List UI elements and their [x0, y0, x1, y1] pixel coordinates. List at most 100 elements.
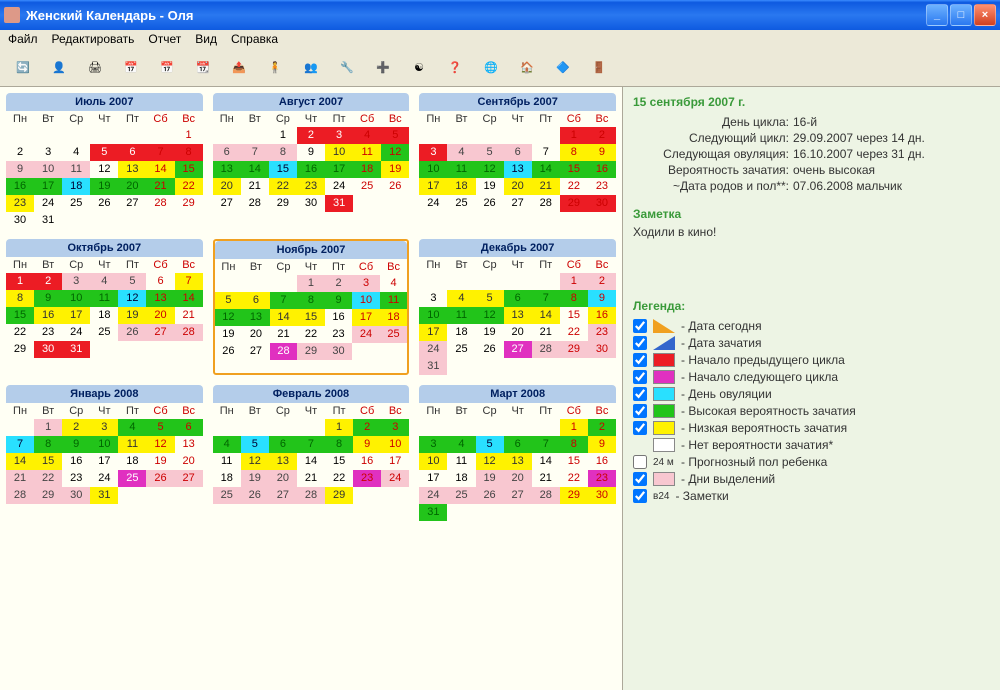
calendar-day[interactable]: 15: [297, 309, 325, 326]
calendar-day[interactable]: 31: [62, 341, 90, 358]
calendar-day[interactable]: 18: [118, 453, 146, 470]
calendar-day[interactable]: 28: [297, 487, 325, 504]
grid2-button[interactable]: 📅: [152, 52, 182, 82]
refresh-button[interactable]: 🔄: [8, 52, 38, 82]
calendar-day[interactable]: 30: [588, 487, 616, 504]
calendar-day[interactable]: 23: [588, 470, 616, 487]
calendar-day[interactable]: 28: [241, 195, 269, 212]
grid1-button[interactable]: 📅: [116, 52, 146, 82]
calendar-day[interactable]: 7: [532, 144, 560, 161]
calendar-day[interactable]: 10: [419, 161, 447, 178]
calendar-day[interactable]: 19: [241, 470, 269, 487]
calendar-day[interactable]: 1: [269, 127, 297, 144]
calendar-day[interactable]: 20: [504, 178, 532, 195]
calendar-day[interactable]: 12: [146, 436, 174, 453]
calendar-day[interactable]: 6: [504, 290, 532, 307]
calendar-day[interactable]: 1: [175, 127, 203, 144]
calendar-day[interactable]: 3: [419, 144, 447, 161]
calendar-day[interactable]: 25: [90, 324, 118, 341]
plus-button[interactable]: ➕: [368, 52, 398, 82]
calendar-day[interactable]: 12: [118, 290, 146, 307]
calendar-day[interactable]: 24: [419, 487, 447, 504]
calendar-day[interactable]: 24: [352, 326, 380, 343]
home-button[interactable]: 🏠: [512, 52, 542, 82]
calendar-day[interactable]: 9: [62, 436, 90, 453]
calendar-day[interactable]: 3: [419, 436, 447, 453]
calendar-day[interactable]: 25: [447, 341, 475, 358]
calendar-day[interactable]: 17: [90, 453, 118, 470]
maximize-button[interactable]: □: [950, 4, 972, 26]
calendar-day[interactable]: 6: [175, 419, 203, 436]
calendar-day[interactable]: 29: [560, 487, 588, 504]
calendar-day[interactable]: 12: [215, 309, 243, 326]
calendar-day[interactable]: 27: [213, 195, 241, 212]
calendar-day[interactable]: 7: [297, 436, 325, 453]
calendar-day[interactable]: 8: [269, 144, 297, 161]
calendar-day[interactable]: 22: [34, 470, 62, 487]
calendar-day[interactable]: 17: [325, 161, 353, 178]
calendar-day[interactable]: 2: [325, 275, 353, 292]
calendar-day[interactable]: 1: [34, 419, 62, 436]
calendar-day[interactable]: 14: [532, 453, 560, 470]
month-title[interactable]: Август 2007: [213, 93, 410, 111]
calendar-day[interactable]: 2: [588, 273, 616, 290]
calendar-day[interactable]: 6: [146, 273, 174, 290]
calendar-day[interactable]: 10: [62, 290, 90, 307]
calendar-day[interactable]: 18: [380, 309, 408, 326]
calendar-day[interactable]: 2: [353, 419, 381, 436]
calendar-day[interactable]: 20: [269, 470, 297, 487]
calendar-day[interactable]: 20: [213, 178, 241, 195]
calendar-day[interactable]: 20: [504, 324, 532, 341]
calendar-day[interactable]: 4: [118, 419, 146, 436]
calendar-day[interactable]: 16: [325, 309, 353, 326]
yinyang-button[interactable]: ☯: [404, 52, 434, 82]
calendar-day[interactable]: 14: [297, 453, 325, 470]
calendar-day[interactable]: 22: [325, 470, 353, 487]
calendar-day[interactable]: 16: [588, 453, 616, 470]
calendar-day[interactable]: 11: [353, 144, 381, 161]
calendar-day[interactable]: 25: [213, 487, 241, 504]
calendar-day[interactable]: 16: [34, 307, 62, 324]
calendar-day[interactable]: 23: [62, 470, 90, 487]
legend-checkbox[interactable]: [633, 489, 647, 503]
calendar-day[interactable]: 5: [146, 419, 174, 436]
calendar-day[interactable]: 10: [419, 453, 447, 470]
calendar-day[interactable]: 13: [504, 453, 532, 470]
month-title[interactable]: Февраль 2008: [213, 385, 410, 403]
calendar-day[interactable]: 18: [447, 324, 475, 341]
calendar-day[interactable]: 27: [118, 195, 146, 212]
calendar-day[interactable]: 27: [175, 470, 203, 487]
calendar-day[interactable]: 4: [353, 127, 381, 144]
calendar-day[interactable]: 5: [381, 127, 409, 144]
calendar-day[interactable]: 29: [297, 343, 325, 360]
calendar-day[interactable]: 16: [588, 161, 616, 178]
calendar-day[interactable]: 26: [476, 195, 504, 212]
calendar-day[interactable]: 13: [242, 309, 270, 326]
calendar-day[interactable]: 17: [419, 324, 447, 341]
calendar-day[interactable]: 15: [325, 453, 353, 470]
calendar-day[interactable]: 15: [560, 453, 588, 470]
calendar-day[interactable]: 13: [175, 436, 203, 453]
help-button[interactable]: ❓: [440, 52, 470, 82]
menu-file[interactable]: Файл: [8, 32, 38, 46]
calendar-day[interactable]: 18: [447, 178, 475, 195]
calendar-day[interactable]: 21: [532, 178, 560, 195]
calendar-day[interactable]: 25: [62, 195, 90, 212]
calendar-day[interactable]: 11: [90, 290, 118, 307]
calendar-day[interactable]: 26: [90, 195, 118, 212]
month-title[interactable]: Ноябрь 2007: [215, 241, 408, 259]
calendar-day[interactable]: 6: [269, 436, 297, 453]
calendar-day[interactable]: 2: [588, 419, 616, 436]
calendar-day[interactable]: 22: [560, 470, 588, 487]
calendar-day[interactable]: 12: [90, 161, 118, 178]
calendar-day[interactable]: 4: [447, 144, 475, 161]
minimize-button[interactable]: _: [926, 4, 948, 26]
calendar-day[interactable]: 2: [62, 419, 90, 436]
legend-checkbox[interactable]: [633, 319, 647, 333]
calendar-day[interactable]: 31: [419, 504, 447, 521]
calendar-day[interactable]: 19: [90, 178, 118, 195]
calendar-day[interactable]: 19: [476, 470, 504, 487]
calendar-day[interactable]: 9: [588, 144, 616, 161]
month-title[interactable]: Январь 2008: [6, 385, 203, 403]
menu-view[interactable]: Вид: [195, 32, 217, 46]
